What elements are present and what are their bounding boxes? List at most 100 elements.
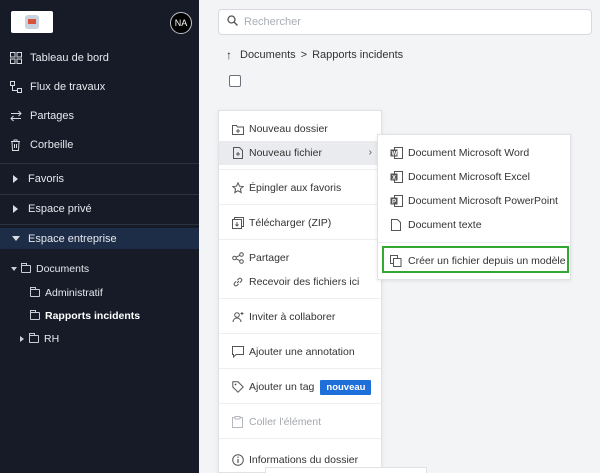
nav-item-dashboard[interactable]: Tableau de bord (0, 47, 199, 69)
highlight-box (382, 246, 569, 273)
company-logo[interactable] (11, 11, 53, 33)
chevron-right-icon (13, 175, 18, 183)
breadcrumb: ↑ Documents > Rapports incidents (226, 48, 403, 62)
submenu-item-text[interactable]: Document texte (378, 214, 570, 236)
menu-item-download-zip[interactable]: Télécharger (ZIP) (219, 211, 381, 235)
nav-item-shares[interactable]: Partages (0, 105, 199, 127)
file-plus-icon (231, 147, 244, 160)
menu-item-invite-collaborate[interactable]: Inviter à collaborer (219, 305, 381, 329)
menu-item-share[interactable]: Partager (219, 246, 381, 270)
breadcrumb-root[interactable]: Documents (240, 49, 296, 61)
section-company-space[interactable]: Espace entreprise (0, 228, 199, 249)
folder-icon (30, 310, 40, 320)
menu-separator (219, 239, 381, 240)
menu-item-label: Nouveau dossier (249, 123, 328, 135)
menu-separator (219, 169, 381, 170)
tree-item-administratif[interactable]: Administratif (30, 287, 103, 299)
link-icon (231, 276, 244, 289)
sidebar-divider (0, 224, 199, 225)
menu-item-label: Nouveau fichier (249, 147, 322, 159)
svg-text:W: W (391, 151, 397, 157)
menu-item-label: Épingler aux favoris (249, 182, 342, 194)
menu-item-receive-files[interactable]: Recevoir des fichiers ici (219, 270, 381, 294)
menu-separator (219, 403, 381, 404)
menu-item-label: Informations du dossier (249, 454, 359, 466)
menu-item-new-folder[interactable]: Nouveau dossier (219, 117, 381, 141)
menu-item-add-annotation[interactable]: Ajouter une annotation (219, 340, 381, 364)
tree-item-rh[interactable]: RH (20, 333, 59, 345)
submenu-item-label: Document Microsoft Excel (408, 171, 530, 183)
share-arrows-icon (9, 110, 22, 123)
chevron-right-icon (13, 205, 18, 213)
tree-item-label: Documents (36, 263, 90, 275)
tree-item-rapports-incidents[interactable]: Rapports incidents (30, 310, 140, 322)
menu-separator (219, 333, 381, 334)
select-all-checkbox[interactable] (229, 75, 241, 87)
download-zip-icon (231, 217, 244, 230)
menu-separator (219, 204, 381, 205)
sidebar-divider (0, 163, 199, 164)
word-doc-icon: W (389, 147, 403, 160)
folder-icon (21, 263, 31, 273)
menu-item-pin-favorites[interactable]: Épingler aux favoris (219, 176, 381, 200)
context-menu: Nouveau dossier Nouveau fichier › Épingl… (218, 110, 382, 473)
breadcrumb-current: Rapports incidents (312, 49, 404, 61)
menu-item-paste: Coller l'élément (219, 410, 381, 434)
submenu-item-label: Document Microsoft Word (408, 147, 530, 159)
excel-doc-icon: X (389, 171, 403, 184)
section-favorites[interactable]: Favoris (0, 168, 199, 190)
section-label: Espace entreprise (28, 232, 117, 245)
menu-item-label: Ajouter une annotation (249, 346, 355, 358)
nav-item-label: Flux de travaux (30, 81, 106, 93)
dashboard-icon (9, 52, 22, 65)
user-plus-icon (231, 311, 244, 324)
tree-item-label: Administratif (45, 287, 103, 299)
trash-icon (9, 139, 22, 152)
folder-plus-icon (231, 123, 244, 136)
tree-item-label: RH (44, 333, 60, 345)
share-icon (231, 252, 244, 265)
nav-item-trash[interactable]: Corbeille (0, 134, 199, 156)
section-label: Espace privé (28, 203, 92, 215)
nav-item-label: Tableau de bord (30, 52, 109, 64)
arrow-up-icon[interactable]: ↑ (226, 48, 232, 62)
menu-item-add-tag[interactable]: Ajouter un tag nouveau (219, 375, 381, 399)
nav-item-workflow[interactable]: Flux de travaux (0, 76, 199, 98)
submenu-item-label: Document texte (408, 219, 482, 231)
expand-down-icon (11, 267, 17, 271)
submenu-item-powerpoint[interactable]: P Document Microsoft PowerPoint (378, 190, 570, 212)
submenu-separator (378, 242, 570, 243)
chevron-down-icon (12, 236, 20, 241)
comment-icon (231, 346, 244, 359)
text-doc-icon (389, 219, 403, 232)
menu-item-label: Télécharger (ZIP) (249, 217, 332, 229)
submenu-item-excel[interactable]: X Document Microsoft Excel (378, 166, 570, 188)
menu-item-label: Coller l'élément (249, 416, 322, 428)
user-avatar[interactable]: NA (170, 12, 192, 34)
sidebar: NA Tableau de bord Flux de travaux Parta… (0, 0, 199, 473)
search-input[interactable] (244, 16, 564, 28)
menu-item-label: Ajouter un tag (249, 381, 315, 393)
nav-item-label: Partages (30, 110, 75, 122)
logo-mark (25, 15, 39, 29)
info-icon (231, 454, 244, 467)
search-bar[interactable] (218, 9, 592, 35)
menu-item-label: Partager (249, 252, 290, 264)
submenu-item-label: Document Microsoft PowerPoint (408, 195, 558, 207)
section-label: Favoris (28, 173, 65, 185)
menu-separator (219, 368, 381, 369)
expand-right-icon (20, 336, 24, 342)
menu-separator (219, 298, 381, 299)
nav-item-label: Corbeille (30, 139, 74, 151)
star-icon (231, 182, 244, 195)
sidebar-divider (0, 194, 199, 195)
menu-item-new-file[interactable]: Nouveau fichier › (219, 141, 381, 165)
menu-item-label: Inviter à collaborer (249, 311, 336, 323)
search-icon (227, 15, 238, 29)
submenu-item-word[interactable]: W Document Microsoft Word (378, 142, 570, 164)
menu-separator (219, 438, 381, 439)
workflow-icon (9, 81, 22, 94)
tree-item-label: Rapports incidents (45, 310, 141, 322)
section-private-space[interactable]: Espace privé (0, 198, 199, 220)
tree-item-documents[interactable]: Documents (11, 263, 89, 275)
